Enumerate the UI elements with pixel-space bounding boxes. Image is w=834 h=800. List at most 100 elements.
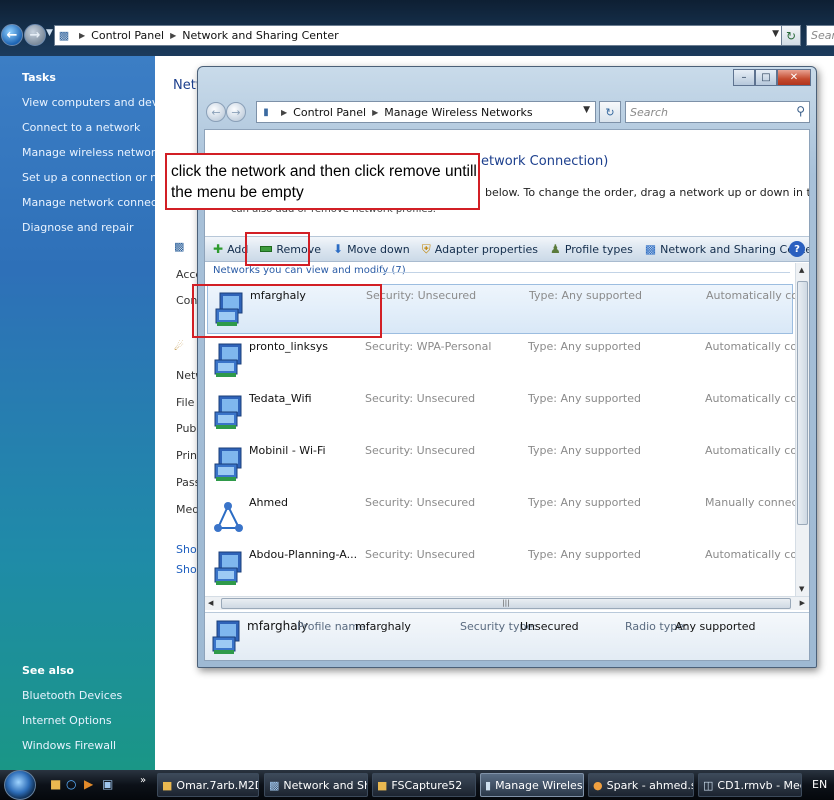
taskbar-button-omar[interactable]: ■ Omar.7arb.M2D: [157, 773, 259, 797]
breadcrumb-control-panel[interactable]: Control Panel: [293, 106, 366, 119]
breadcrumb-arrow-icon: ▶: [170, 31, 177, 40]
move-down-button[interactable]: ⬇ Move down: [333, 242, 410, 256]
task-manage-wireless[interactable]: Manage wireless networks: [22, 146, 167, 159]
media-icon[interactable]: ▶: [84, 777, 93, 791]
refresh-button[interactable]: ↻: [781, 25, 801, 46]
wireless-network-icon: [214, 395, 242, 429]
taskbar-button-media-player[interactable]: ◫ CD1.rmvb - Med...: [698, 773, 802, 797]
network-type: Type: Any supported: [529, 289, 642, 302]
forward-button[interactable]: →: [226, 102, 246, 122]
network-icon: ▩: [644, 242, 657, 256]
type-value: Any supported: [560, 340, 641, 353]
scroll-down-icon[interactable]: ▼: [799, 585, 804, 593]
type-label: Type:: [528, 392, 557, 405]
network-icon: ▩: [174, 240, 185, 253]
task-diagnose-repair[interactable]: Diagnose and repair: [22, 221, 134, 234]
security-value: Unsecured: [416, 496, 476, 509]
breadcrumb-network-center[interactable]: Network and Sharing Center: [182, 29, 338, 42]
profile-types-button[interactable]: ♟ Profile types: [550, 242, 633, 256]
scroll-thumb[interactable]: |||: [221, 598, 791, 609]
overflow-chevron-icon[interactable]: »: [140, 775, 146, 786]
see-also-internet-options[interactable]: Internet Options: [22, 714, 112, 727]
security-value: Unsecured: [416, 444, 476, 457]
adapter-properties-button[interactable]: ⛨ Adapter properties: [422, 242, 538, 257]
network-name: Tedata_Wifi: [249, 392, 312, 405]
scroll-thumb[interactable]: [797, 281, 808, 525]
security-type-value: Unsecured: [520, 620, 579, 633]
network-center-button[interactable]: ▩ Network and Sharing Center: [644, 242, 809, 256]
search-icon[interactable]: ⚲: [796, 104, 805, 118]
see-also-bluetooth[interactable]: Bluetooth Devices: [22, 689, 122, 702]
network-row-mobinil-wifi[interactable]: Mobinil - Wi-Fi Security: Unsecured Type…: [207, 440, 809, 490]
security-label: Security:: [365, 392, 414, 405]
taskbar-button-network-center[interactable]: ▩ Network and Sh...: [264, 773, 368, 797]
type-label: Type:: [528, 496, 557, 509]
network-row-pronto-linksys[interactable]: pronto_linksys Security: WPA-Personal Ty…: [207, 336, 809, 386]
network-connect-mode: Manually connect: [705, 496, 802, 509]
taskbar-button-spark[interactable]: ● Spark - ahmed.s...: [588, 773, 694, 797]
wireless-icon: ▮: [485, 778, 492, 792]
network-row-abdou-planning[interactable]: Abdou-Planning-A... Security: Unsecured …: [207, 544, 809, 594]
taskbar-button-fscapture[interactable]: ■ FSCapture52: [372, 773, 476, 797]
recent-pages-dropdown[interactable]: ▼: [46, 28, 53, 38]
maximize-button[interactable]: □: [755, 69, 777, 86]
refresh-button[interactable]: ↻: [599, 101, 621, 123]
see-also-firewall[interactable]: Windows Firewall: [22, 739, 116, 752]
adhoc-network-icon: [214, 502, 243, 532]
task-connect-network[interactable]: Connect to a network: [22, 121, 140, 134]
shield-icon: ⛨: [421, 241, 431, 256]
taskbar: ■ ○ ▶ ▣ » ■ Omar.7arb.M2D ▩ Network and …: [0, 770, 834, 800]
network-row-tedata-wifi[interactable]: Tedata_Wifi Security: Unsecured Type: An…: [207, 388, 809, 438]
browser-icon[interactable]: ○: [66, 777, 76, 791]
start-button[interactable]: [4, 770, 36, 800]
address-dropdown-icon[interactable]: ▼: [583, 105, 590, 115]
scroll-right-icon[interactable]: ▶: [800, 599, 805, 607]
profile-name-value: mfarghaly: [355, 620, 411, 633]
network-security: Security: Unsecured: [365, 548, 475, 561]
forward-button[interactable]: →: [24, 24, 46, 46]
window-controls: – □ ✕: [733, 69, 811, 86]
scroll-up-icon[interactable]: ▲: [799, 266, 804, 274]
network-security: Security: Unsecured: [366, 289, 476, 302]
search-input[interactable]: Search: [806, 25, 834, 46]
callout-line: the menu be empty: [171, 184, 304, 201]
user-icon: ♟: [550, 242, 561, 256]
list-group-header: Networks you can view and modify (7): [213, 265, 406, 276]
breadcrumb-manage-wireless[interactable]: Manage Wireless Networks: [384, 106, 532, 119]
group-divider: [375, 272, 790, 273]
search-input[interactable]: Search ⚲: [625, 101, 810, 123]
minimize-button[interactable]: –: [733, 69, 755, 86]
back-button[interactable]: ←: [206, 102, 226, 122]
network-name: Ahmed: [249, 496, 288, 509]
address-bar[interactable]: ▩ ▶ Control Panel ▶ Network and Sharing …: [54, 25, 786, 46]
vertical-scrollbar[interactable]: ▲ ▼: [795, 263, 809, 596]
wireless-network-icon: [214, 447, 242, 481]
network-icon: ▩: [58, 29, 70, 42]
type-label: Type:: [528, 444, 557, 457]
security-label: Security:: [365, 496, 414, 509]
type-label: Type:: [529, 289, 558, 302]
back-button[interactable]: ←: [1, 24, 23, 46]
wireless-network-icon: [214, 343, 242, 377]
address-dropdown-icon[interactable]: ▼: [772, 29, 779, 39]
language-indicator[interactable]: EN: [812, 778, 827, 791]
add-button[interactable]: ✚ Add: [213, 242, 248, 256]
instruction-callout: click the network and then click remove …: [165, 153, 480, 210]
page-description: below. To change the order, drag a netwo…: [485, 186, 809, 199]
breadcrumb-control-panel[interactable]: Control Panel: [91, 29, 164, 42]
taskbar-button-manage-wireless[interactable]: ▮ Manage Wireles...: [480, 773, 584, 797]
desktop-icon[interactable]: ▣: [102, 777, 113, 791]
network-row-ahmed[interactable]: Ahmed Security: Unsecured Type: Any supp…: [207, 492, 802, 542]
taskbar-label: CD1.rmvb - Med...: [717, 778, 801, 792]
address-bar[interactable]: ▮ ▶ Control Panel ▶ Manage Wireless Netw…: [256, 101, 596, 123]
network-security: Security: WPA-Personal: [365, 340, 491, 353]
close-button[interactable]: ✕: [777, 69, 811, 86]
folder-icon[interactable]: ■: [50, 777, 61, 791]
network-icon: ▩: [269, 778, 280, 792]
scroll-left-icon[interactable]: ◀: [208, 599, 213, 607]
horizontal-scrollbar[interactable]: ◀ ||| ▶: [205, 596, 809, 610]
type-value: Any supported: [560, 392, 641, 405]
radio-type-value: Any supported: [675, 620, 756, 633]
help-icon[interactable]: ?: [789, 241, 805, 257]
see-also-heading: See also: [22, 664, 74, 677]
